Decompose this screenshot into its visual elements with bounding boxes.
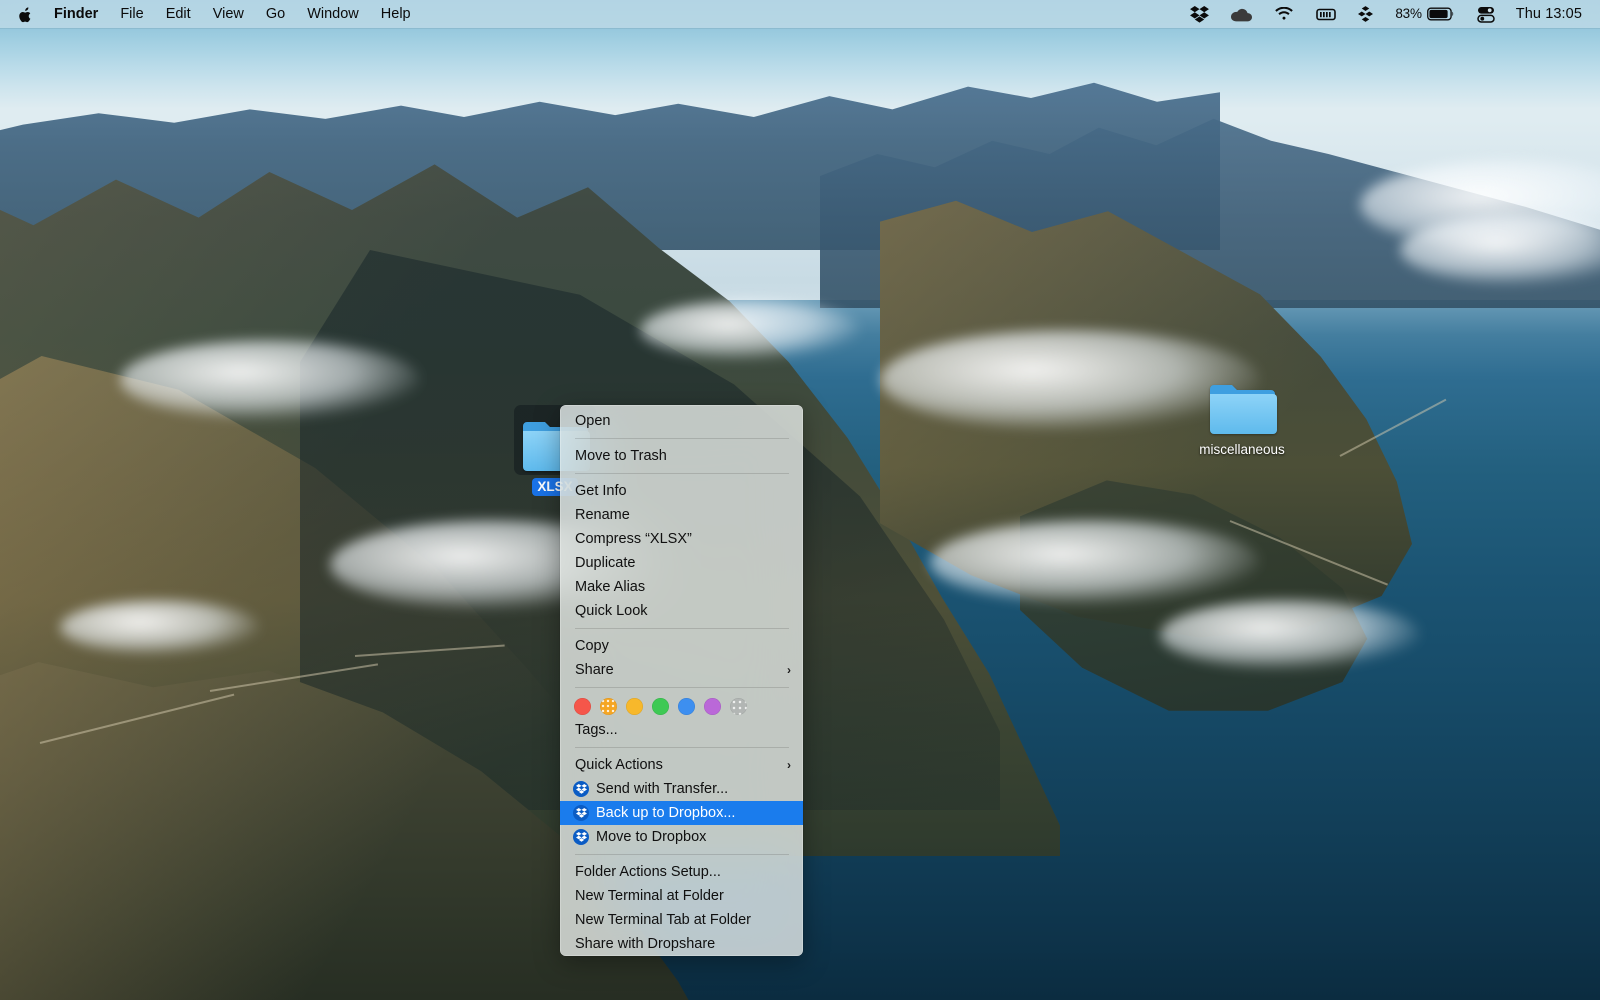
menu-view[interactable]: View — [202, 5, 255, 24]
context-menu[interactable]: Open Move to Trash Get Info Rename Compr… — [560, 405, 803, 956]
menu-item-label: Send with Transfer... — [596, 781, 729, 797]
menu-item-rename[interactable]: Rename — [560, 503, 803, 527]
menu-item-label: Share — [575, 662, 614, 678]
menu-file[interactable]: File — [109, 5, 154, 24]
tag-purple-dot[interactable] — [704, 698, 721, 715]
menu-item-copy[interactable]: Copy — [560, 634, 803, 658]
wallpaper-cloud — [60, 600, 260, 655]
menu-item-move-to-dropbox[interactable]: Move to Dropbox — [560, 825, 803, 849]
desktop[interactable]: Finder File Edit View Go Window Help 83%… — [0, 0, 1600, 1000]
menu-separator — [575, 473, 789, 474]
control-center-icon[interactable] — [1466, 6, 1506, 23]
battery-bars-icon[interactable] — [1305, 7, 1347, 22]
tag-color-row[interactable] — [560, 693, 803, 718]
folder-icon[interactable] — [1201, 368, 1283, 438]
menu-item-send-with-transfer[interactable]: Send with Transfer... — [560, 777, 803, 801]
menu-bar-status-items[interactable]: 83% Thu 13:05 — [1179, 5, 1586, 23]
menu-item-share[interactable]: Share › — [560, 658, 803, 682]
dropbox-icon — [573, 781, 589, 797]
menu-edit[interactable]: Edit — [155, 5, 202, 24]
wallpaper-cloud — [1160, 600, 1420, 670]
menu-bar[interactable]: Finder File Edit View Go Window Help 83%… — [0, 0, 1600, 28]
tag-yellow-dot[interactable] — [626, 698, 643, 715]
menu-bar-clock[interactable]: Thu 13:05 — [1506, 6, 1586, 22]
menu-item-label: Back up to Dropbox... — [596, 805, 736, 821]
onedrive-cloud-icon[interactable] — [1220, 7, 1263, 22]
menu-finder[interactable]: Finder — [45, 5, 109, 24]
menu-item-move-to-trash[interactable]: Move to Trash — [560, 444, 803, 468]
battery-status[interactable]: 83% — [1384, 7, 1465, 21]
wallpaper-cloud — [640, 300, 860, 360]
menu-item-duplicate[interactable]: Duplicate — [560, 551, 803, 575]
menu-item-quick-actions[interactable]: Quick Actions › — [560, 753, 803, 777]
menu-separator — [575, 438, 789, 439]
dropbox-icon — [573, 805, 589, 821]
wallpaper-cloud — [120, 340, 420, 420]
menu-item-get-info[interactable]: Get Info — [560, 479, 803, 503]
menu-item-open[interactable]: Open — [560, 409, 803, 433]
menu-item-new-terminal-at-folder[interactable]: New Terminal at Folder — [560, 884, 803, 908]
menu-separator — [575, 687, 789, 688]
chevron-right-icon: › — [787, 663, 791, 677]
tag-blue-dot[interactable] — [678, 698, 695, 715]
menu-separator — [575, 628, 789, 629]
menu-item-quick-look[interactable]: Quick Look — [560, 599, 803, 623]
battery-icon — [1426, 7, 1453, 21]
desktop-icon-miscellaneous[interactable]: miscellaneous — [1184, 368, 1300, 459]
menu-item-back-up-to-dropbox[interactable]: Back up to Dropbox... — [560, 801, 803, 825]
wallpaper-cloud — [930, 520, 1260, 605]
dropbox-icon[interactable] — [1179, 5, 1220, 23]
menu-item-make-alias[interactable]: Make Alias — [560, 575, 803, 599]
menu-item-label: Quick Actions — [575, 757, 663, 773]
dropbox-icon — [573, 829, 589, 845]
menu-go[interactable]: Go — [255, 5, 296, 24]
tag-red-dot[interactable] — [574, 698, 591, 715]
menu-help[interactable]: Help — [370, 5, 422, 24]
battery-percent-label: 83% — [1395, 6, 1422, 22]
tag-green-dot[interactable] — [652, 698, 669, 715]
menu-separator — [575, 747, 789, 748]
menu-window[interactable]: Window — [296, 5, 370, 24]
menu-item-label: Move to Dropbox — [596, 829, 707, 845]
menu-item-tags[interactable]: Tags... — [560, 718, 803, 742]
chevron-right-icon: › — [787, 758, 791, 772]
dropbox-icon[interactable] — [1347, 5, 1384, 23]
menu-item-share-with-dropshare[interactable]: Share with Dropshare — [560, 932, 803, 956]
menu-item-folder-actions-setup[interactable]: Folder Actions Setup... — [560, 860, 803, 884]
wifi-icon[interactable] — [1263, 6, 1305, 22]
tag-orange-dot[interactable] — [600, 698, 617, 715]
tag-clear-dot[interactable] — [730, 698, 747, 715]
menu-item-new-terminal-tab-at-folder[interactable]: New Terminal Tab at Folder — [560, 908, 803, 932]
apple-logo-icon[interactable] — [10, 5, 45, 23]
menu-bar-app-menus[interactable]: Finder File Edit View Go Window Help — [10, 5, 422, 24]
menu-item-compress[interactable]: Compress “XLSX” — [560, 527, 803, 551]
menu-separator — [575, 854, 789, 855]
desktop-icon-label[interactable]: miscellaneous — [1194, 441, 1290, 459]
